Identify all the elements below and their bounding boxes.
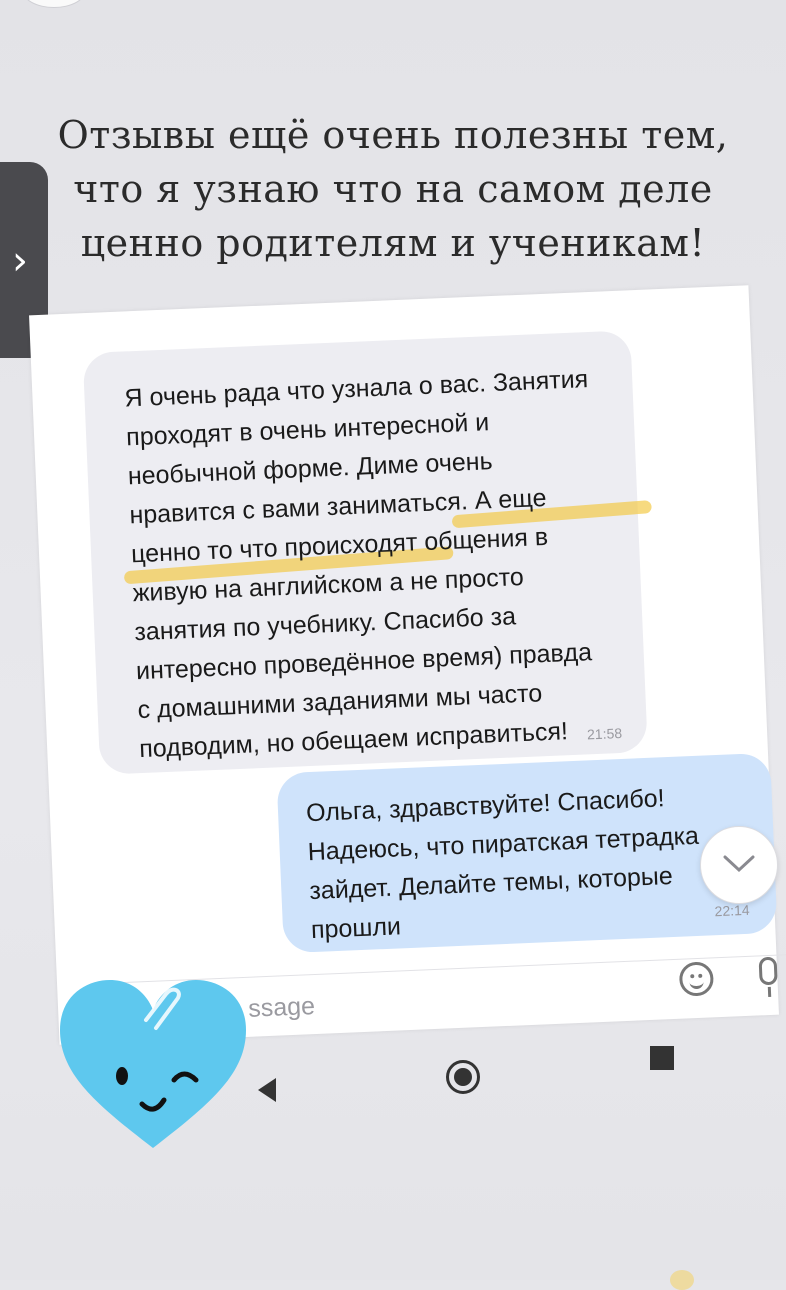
home-icon[interactable]: [446, 1060, 480, 1094]
chevron-down-icon: [723, 855, 755, 873]
outgoing-message-time: 22:14: [714, 901, 750, 920]
chat-screenshot: Я очень рада что узнала о вас. Занятия п…: [29, 285, 786, 1045]
microphone-icon[interactable]: [758, 956, 778, 986]
message-input[interactable]: ssage: [248, 992, 316, 1024]
scroll-down-button[interactable]: [700, 826, 778, 904]
heart-sticker-icon: [60, 980, 246, 1148]
incoming-message-time: 21:58: [586, 724, 623, 743]
heading-line-1: Отзывы ещё очень полезны тем,: [57, 113, 729, 157]
story-heading: Отзывы ещё очень полезны тем, что я узна…: [0, 108, 786, 270]
incoming-message: Я очень рада что узнала о вас. Занятия п…: [82, 330, 653, 775]
recents-icon[interactable]: [650, 1046, 674, 1070]
heading-line-2: что я узнаю что на самом деле: [73, 167, 713, 211]
emoji-icon[interactable]: [678, 961, 715, 997]
incoming-message-text: Я очень рада что узнала о вас. Занятия п…: [124, 360, 604, 769]
outgoing-message-text: Ольга, здравствуйте! Спасибо! Надеюсь, ч…: [305, 778, 703, 950]
decorative-dot: [670, 1270, 694, 1290]
chevron-right-icon: ›: [12, 238, 28, 284]
back-icon[interactable]: [258, 1078, 276, 1102]
heading-line-3: ценно родителям и ученикам!: [80, 221, 706, 265]
